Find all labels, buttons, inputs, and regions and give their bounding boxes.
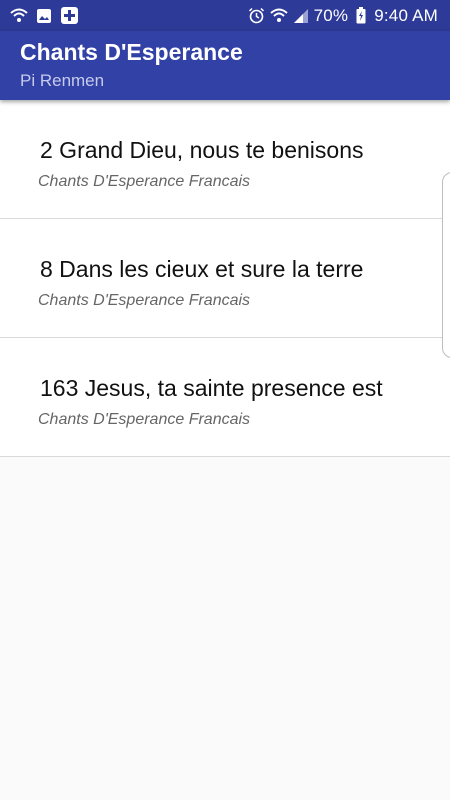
song-title: 2 Grand Dieu, nous te benisons <box>40 137 364 163</box>
song-list-item[interactable]: 2 Grand Dieu, nous te benisons Chants D'… <box>0 100 450 219</box>
wifi-signal-icon <box>10 7 28 25</box>
song-book: Chants D'Esperance Francais <box>38 173 251 190</box>
app-title: Chants D'Esperance <box>20 39 243 65</box>
cell-signal-icon <box>292 7 310 25</box>
wifi-icon <box>269 7 288 25</box>
app-subtitle: Pi Renmen <box>20 71 105 90</box>
song-title: 8 Dans les cieux et sure la terre <box>40 256 364 282</box>
song-book: Chants D'Esperance Francais <box>38 292 251 309</box>
battery-charging-icon <box>352 7 370 25</box>
song-list: 2 Grand Dieu, nous te benisons Chants D'… <box>0 100 450 457</box>
status-bar: 70% 9:40 AM <box>0 0 450 31</box>
song-title: 163 Jesus, ta sainte presence est <box>40 375 383 401</box>
song-list-item[interactable]: 163 Jesus, ta sainte presence est Chants… <box>0 338 450 457</box>
status-bar-left <box>10 7 78 25</box>
clock: 9:40 AM <box>374 5 438 25</box>
medical-cross-icon <box>60 7 78 25</box>
battery-percent: 70% <box>313 5 349 25</box>
song-list-item[interactable]: 8 Dans les cieux et sure la terre Chants… <box>0 219 450 338</box>
status-bar-right: 70% 9:40 AM <box>248 6 438 26</box>
fast-scroll-handle[interactable] <box>442 172 450 358</box>
app-toolbar: Chants D'Esperance Pi Renmen <box>0 31 450 100</box>
image-icon <box>35 7 53 25</box>
song-book: Chants D'Esperance Francais <box>38 411 251 428</box>
alarm-icon <box>248 7 266 25</box>
